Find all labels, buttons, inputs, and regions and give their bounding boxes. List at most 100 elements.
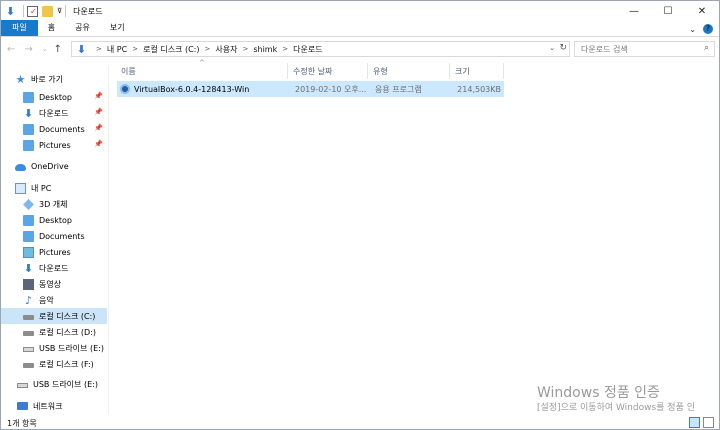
sidebar-item-label: 네트워크	[33, 401, 63, 411]
sidebar-item-label: Desktop	[39, 215, 72, 225]
sidebar-item-pictures-pc[interactable]: Pictures	[1, 244, 107, 260]
folder-icon	[23, 91, 34, 103]
breadcrumb-separator[interactable]: >	[96, 45, 102, 53]
back-button[interactable]: ←	[7, 44, 15, 55]
address-bar[interactable]: ⬇ > 내 PC > 로컬 디스크 (C:) > 사용자 > shimk > 다…	[71, 41, 570, 57]
breadcrumb-this-pc[interactable]: 내 PC	[107, 44, 127, 55]
sidebar-item-documents[interactable]: Documents 📌	[1, 121, 107, 137]
help-icon[interactable]: ?	[703, 24, 713, 34]
customize-toolbar-icon[interactable]: ⊽	[57, 7, 62, 15]
download-icon: ⬇	[23, 261, 34, 275]
sidebar-item-label: OneDrive	[31, 161, 69, 171]
tab-file[interactable]: 파일	[1, 20, 38, 36]
sidebar-item-pictures[interactable]: Pictures 📌	[1, 137, 107, 153]
breadcrumb-separator[interactable]: >	[282, 45, 288, 53]
cube-icon	[23, 198, 34, 210]
sidebar-item-downloads[interactable]: ⬇ 다운로드 📌	[1, 105, 107, 121]
column-header-type[interactable]: 유형	[373, 63, 388, 79]
sidebar-item-label: 로컬 디스크 (F:)	[39, 359, 94, 369]
star-icon: ★	[15, 72, 26, 86]
title-bar: ⬇ ✓ ⊽ 다운로드 — ☐ ✕	[1, 1, 719, 21]
sidebar-item-videos[interactable]: 동영상	[1, 276, 107, 292]
table-row[interactable]: VirtualBox-6.0.4-128413-Win 2019-02-10 오…	[117, 81, 504, 97]
minimize-button[interactable]: —	[617, 1, 651, 21]
sidebar-item-this-pc[interactable]: 내 PC	[1, 180, 107, 196]
pin-icon[interactable]: 📌	[94, 108, 103, 116]
sidebar-item-desktop[interactable]: Desktop 📌	[1, 89, 107, 105]
status-bar: 1개 항목	[1, 415, 719, 429]
file-name: VirtualBox-6.0.4-128413-Win	[134, 84, 250, 94]
sidebar-item-documents-pc[interactable]: Documents	[1, 228, 107, 244]
search-input[interactable]	[575, 42, 695, 56]
pin-icon[interactable]: 📌	[94, 124, 103, 132]
sidebar-item-label: 로컬 디스크 (D:)	[39, 327, 96, 337]
column-divider[interactable]	[503, 63, 504, 79]
drive-icon	[23, 331, 34, 336]
download-icon: ⬇	[76, 42, 87, 56]
column-header-size[interactable]: 크기	[455, 63, 470, 79]
drive-icon	[23, 315, 34, 320]
close-button[interactable]: ✕	[685, 1, 719, 21]
sidebar-item-quick-access[interactable]: ★ 바로 가기	[1, 71, 107, 87]
sidebar-item-usb-drive-e-root[interactable]: USB 드라이브 (E:)	[1, 376, 107, 392]
recent-locations-icon[interactable]: ⌄	[42, 45, 48, 53]
properties-icon[interactable]: ✓	[27, 5, 38, 17]
breadcrumb-local-disk-c[interactable]: 로컬 디스크 (C:)	[143, 44, 199, 55]
pin-icon[interactable]: 📌	[94, 140, 103, 148]
column-header-modified[interactable]: 수정한 날짜	[293, 63, 332, 79]
search-box[interactable]: ⌕	[574, 41, 715, 57]
sidebar-item-3d-objects[interactable]: 3D 개체	[1, 196, 107, 212]
music-icon: ♪	[24, 293, 33, 307]
column-divider[interactable]	[449, 63, 450, 79]
download-icon[interactable]: ⬇	[5, 6, 16, 17]
tab-home[interactable]: 홈	[38, 20, 65, 36]
sidebar-item-usb-drive-e[interactable]: USB 드라이브 (E:)	[1, 340, 107, 356]
refresh-icon[interactable]: ↻	[559, 43, 567, 53]
large-icons-view-icon[interactable]	[703, 417, 714, 428]
sidebar-item-local-disk-d[interactable]: 로컬 디스크 (D:)	[1, 324, 107, 340]
sidebar-item-label: Documents	[39, 124, 85, 134]
column-divider[interactable]	[287, 63, 288, 79]
pictures-icon	[23, 246, 34, 258]
expand-ribbon-icon[interactable]: ⌄	[689, 25, 696, 34]
sidebar-item-label: Pictures	[39, 247, 71, 257]
sidebar-item-label: 바로 가기	[31, 74, 63, 84]
sidebar-item-label: 음악	[39, 295, 54, 305]
sidebar-item-label: Pictures	[39, 140, 71, 150]
forward-button[interactable]: →	[24, 44, 32, 55]
folder-icon	[23, 214, 34, 226]
tab-view[interactable]: 보기	[100, 20, 135, 36]
search-icon[interactable]: ⌕	[704, 43, 709, 53]
breadcrumb-separator[interactable]: >	[132, 45, 138, 53]
sidebar-item-label: Desktop	[39, 92, 72, 102]
sidebar-item-desktop-pc[interactable]: Desktop	[1, 212, 107, 228]
column-header-label: 수정한 날짜	[293, 66, 333, 76]
breadcrumb-separator[interactable]: >	[205, 45, 211, 53]
sidebar-item-music[interactable]: ♪ 음악	[1, 292, 107, 308]
column-divider[interactable]	[367, 63, 368, 79]
details-view-icon[interactable]	[689, 417, 700, 428]
sidebar-item-local-disk-c[interactable]: 로컬 디스크 (C:)	[1, 308, 107, 324]
cloud-icon	[15, 163, 26, 171]
sidebar-item-downloads-pc[interactable]: ⬇ 다운로드	[1, 260, 107, 276]
sidebar-item-network[interactable]: 네트워크	[1, 398, 107, 414]
sidebar-item-local-disk-f[interactable]: 로컬 디스크 (F:)	[1, 356, 107, 372]
breadcrumb-users[interactable]: 사용자	[215, 44, 237, 55]
network-icon	[17, 402, 28, 410]
nav-buttons: ← → ⌄ ↑	[7, 44, 66, 55]
address-dropdown-icon[interactable]: ⌄	[549, 44, 555, 52]
breadcrumb-separator[interactable]: >	[242, 45, 248, 53]
sidebar-item-label: 동영상	[39, 279, 62, 289]
breadcrumb-shimk[interactable]: shimk	[253, 45, 277, 54]
up-button[interactable]: ↑	[54, 44, 62, 55]
column-header-name[interactable]: 이름	[121, 63, 136, 79]
new-folder-icon[interactable]	[42, 5, 53, 17]
pin-icon[interactable]: 📌	[94, 92, 103, 100]
sidebar-item-onedrive[interactable]: OneDrive	[1, 158, 107, 174]
ribbon-tabs: 파일 홈 공유 보기 ⌄ ?	[1, 20, 719, 37]
breadcrumb-downloads[interactable]: 다운로드	[293, 44, 322, 55]
column-header-label: 이름	[121, 66, 136, 76]
tab-share[interactable]: 공유	[65, 20, 100, 36]
sidebar-item-label: 3D 개체	[39, 199, 68, 209]
maximize-button[interactable]: ☐	[651, 1, 685, 21]
